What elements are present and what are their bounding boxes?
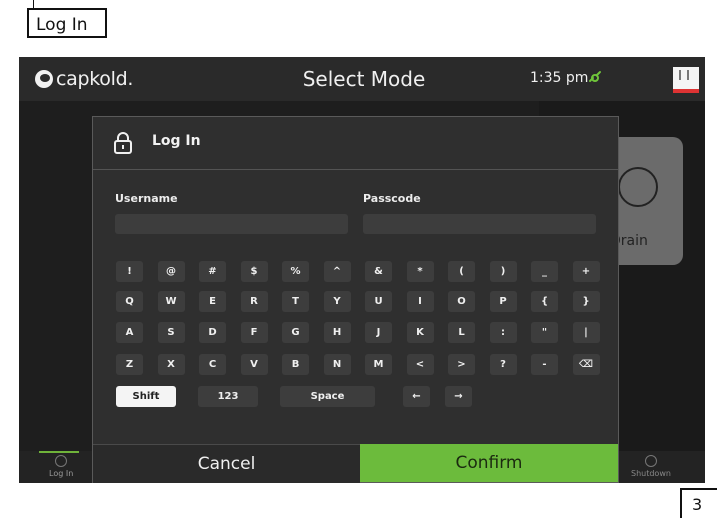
nav-item-log-in[interactable]: Log In — [49, 455, 73, 478]
top-bar: capkold. Select Mode 1:35 pm — [19, 57, 705, 101]
keyboard-key[interactable]: H — [323, 322, 351, 343]
logo-text: capkold. — [56, 68, 134, 90]
keyboard-key[interactable]: P — [489, 291, 517, 312]
keyboard-key[interactable]: S — [157, 322, 185, 343]
keyboard-key[interactable]: Y — [323, 291, 351, 312]
lock-icon — [114, 132, 132, 154]
keyboard-key[interactable]: @ — [157, 261, 185, 282]
keyboard-key[interactable]: J — [365, 322, 392, 343]
confirm-button[interactable]: Confirm — [360, 444, 618, 482]
keyboard-key[interactable]: T — [282, 291, 309, 312]
nav-active-indicator — [39, 451, 79, 453]
keyboard-key[interactable]: X — [157, 354, 185, 375]
keyboard-key[interactable]: _ — [531, 261, 558, 282]
keyboard-key[interactable]: V — [240, 354, 268, 375]
keyboard-key[interactable]: % — [282, 261, 309, 282]
keyboard-key[interactable]: { — [531, 291, 558, 312]
keyboard-key[interactable]: Q — [116, 291, 143, 312]
flag-icon[interactable] — [673, 67, 699, 93]
nav-item-label: Shutdown — [631, 469, 671, 478]
passcode-label: Passcode — [363, 192, 421, 205]
callout-line — [33, 0, 34, 8]
keyboard-key[interactable]: C — [199, 354, 226, 375]
keyboard-key[interactable]: ^ — [323, 261, 351, 282]
username-label: Username — [115, 192, 178, 205]
backspace-key[interactable]: ⌫ — [572, 354, 600, 375]
keyboard-key[interactable]: ? — [489, 354, 517, 375]
drain-icon — [618, 167, 658, 207]
keyboard-key[interactable]: F — [240, 322, 268, 343]
keyboard-key[interactable]: " — [531, 322, 558, 343]
passcode-input[interactable] — [363, 214, 596, 234]
keyboard-key[interactable]: } — [572, 291, 600, 312]
keyboard-key[interactable]: W — [157, 291, 185, 312]
keyboard-key[interactable]: + — [572, 261, 600, 282]
keyboard-key[interactable]: # — [199, 261, 226, 282]
device-screen: capkold. Select Mode 1:35 pm Drain Log I… — [19, 57, 705, 483]
keyboard-key[interactable]: G — [282, 322, 309, 343]
dialog-title: Log In — [152, 133, 201, 149]
keyboard-key[interactable]: M — [365, 354, 392, 375]
nav-item-shutdown[interactable]: Shutdown — [631, 455, 671, 478]
keyboard-key[interactable]: * — [406, 261, 434, 282]
space-key[interactable]: Space — [280, 386, 375, 407]
keyboard-key[interactable]: ) — [489, 261, 517, 282]
keyboard-key[interactable]: - — [531, 354, 558, 375]
login-dialog: Log In Username Passcode ! @ # $% ^ & * () _ + Q W E… — [92, 116, 619, 483]
keyboard-key[interactable]: I — [406, 291, 434, 312]
link-icon — [589, 71, 601, 82]
username-input[interactable] — [115, 214, 348, 234]
keyboard-key[interactable]: & — [365, 261, 392, 282]
dialog-header: Log In — [93, 117, 618, 170]
keyboard-key[interactable]: D — [199, 322, 226, 343]
keyboard-key[interactable]: $ — [240, 261, 268, 282]
keyboard-key[interactable]: U — [365, 291, 392, 312]
keyboard-key[interactable]: B — [282, 354, 309, 375]
shift-key[interactable]: Shift — [116, 386, 176, 407]
right-arrow-key[interactable]: → — [445, 386, 472, 407]
keyboard-key[interactable]: A — [116, 322, 143, 343]
dialog-footer: Cancel Confirm — [93, 444, 618, 483]
callout-label: Log In — [27, 8, 107, 38]
brand-logo: capkold. — [35, 68, 133, 90]
keyboard-key[interactable]: E — [199, 291, 226, 312]
clock-time: 1:35 pm — [530, 70, 589, 86]
keyboard-key[interactable]: Z — [116, 354, 143, 375]
keyboard-key[interactable]: N — [323, 354, 351, 375]
keyboard-key[interactable]: : — [489, 322, 517, 343]
lock-icon — [55, 455, 68, 467]
keyboard-key[interactable]: | — [572, 322, 600, 343]
left-arrow-key[interactable]: ← — [403, 386, 430, 407]
keyboard-key[interactable]: O — [448, 291, 475, 312]
cancel-button[interactable]: Cancel — [93, 444, 360, 483]
screen-title: Select Mode — [302, 67, 426, 91]
nav-item-label: Log In — [49, 469, 74, 478]
keyboard-key[interactable]: K — [406, 322, 434, 343]
keyboard-key[interactable]: ! — [116, 261, 143, 282]
power-icon — [644, 455, 657, 467]
keyboard-key[interactable]: R — [240, 291, 268, 312]
keyboard-key[interactable]: ( — [448, 261, 475, 282]
keyboard-key[interactable]: L — [448, 322, 475, 343]
keyboard-key[interactable]: < — [406, 354, 434, 375]
numbers-key[interactable]: 123 — [198, 386, 258, 407]
keyboard-key[interactable]: > — [448, 354, 475, 375]
logo-icon — [35, 70, 53, 88]
page-number: 3 — [680, 488, 717, 518]
